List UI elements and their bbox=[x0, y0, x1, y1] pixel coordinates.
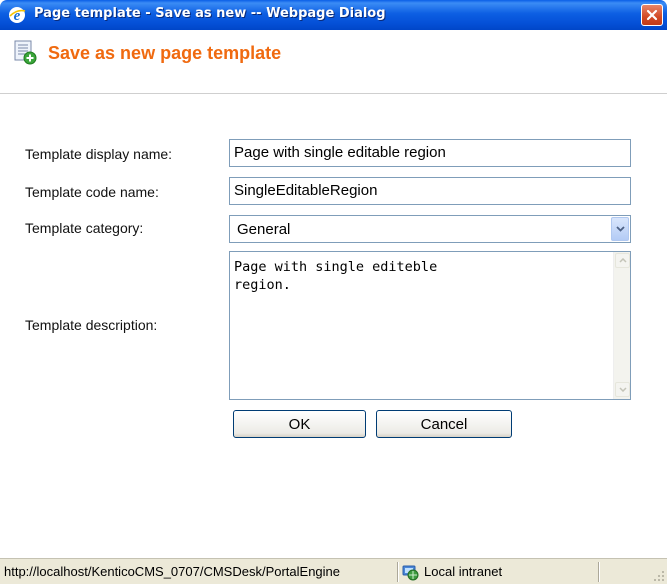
security-zone-label: Local intranet bbox=[424, 564, 503, 579]
status-url: http://localhost/KenticoCMS_0707/CMSDesk… bbox=[4, 564, 341, 579]
ie-icon: e bbox=[8, 6, 26, 24]
display-name-input[interactable]: Page with single editable region bbox=[229, 139, 631, 167]
chevron-up-icon bbox=[618, 258, 627, 263]
description-text: Page with single editeble region. bbox=[234, 259, 438, 293]
description-label: Template description: bbox=[25, 317, 158, 333]
template-add-icon bbox=[12, 39, 38, 65]
category-selected-value: General bbox=[237, 221, 291, 238]
scroll-down-button[interactable] bbox=[615, 382, 630, 397]
display-name-label: Template display name: bbox=[25, 146, 173, 162]
status-bar: http://localhost/KenticoCMS_0707/CMSDesk… bbox=[0, 558, 667, 584]
dropdown-button[interactable] bbox=[611, 217, 629, 241]
category-label: Template category: bbox=[25, 220, 144, 236]
resize-grip-icon[interactable] bbox=[653, 570, 665, 582]
status-divider bbox=[397, 562, 399, 582]
page-title: Save as new page template bbox=[48, 43, 282, 63]
close-button[interactable] bbox=[641, 4, 663, 26]
title-bar[interactable]: e Page template - Save as new -- Webpage… bbox=[0, 0, 667, 30]
chevron-down-icon bbox=[615, 226, 625, 232]
code-name-input[interactable]: SingleEditableRegion bbox=[229, 177, 631, 205]
code-name-label: Template code name: bbox=[25, 184, 159, 200]
textarea-scrollbar[interactable] bbox=[613, 252, 630, 399]
window-title: Page template - Save as new -- Webpage D… bbox=[34, 6, 386, 21]
dialog-window: e Page template - Save as new -- Webpage… bbox=[0, 0, 667, 584]
local-intranet-icon bbox=[401, 563, 419, 581]
close-icon bbox=[646, 9, 658, 21]
status-divider bbox=[598, 562, 600, 582]
category-select[interactable]: General bbox=[229, 215, 631, 243]
chevron-down-icon bbox=[618, 387, 627, 392]
dialog-header: Save as new page template bbox=[0, 30, 667, 94]
description-textarea[interactable]: Page with single editeble region. bbox=[229, 251, 631, 400]
ok-button[interactable]: OK bbox=[233, 410, 366, 438]
scroll-up-button[interactable] bbox=[615, 253, 630, 268]
cancel-button[interactable]: Cancel bbox=[376, 410, 512, 438]
